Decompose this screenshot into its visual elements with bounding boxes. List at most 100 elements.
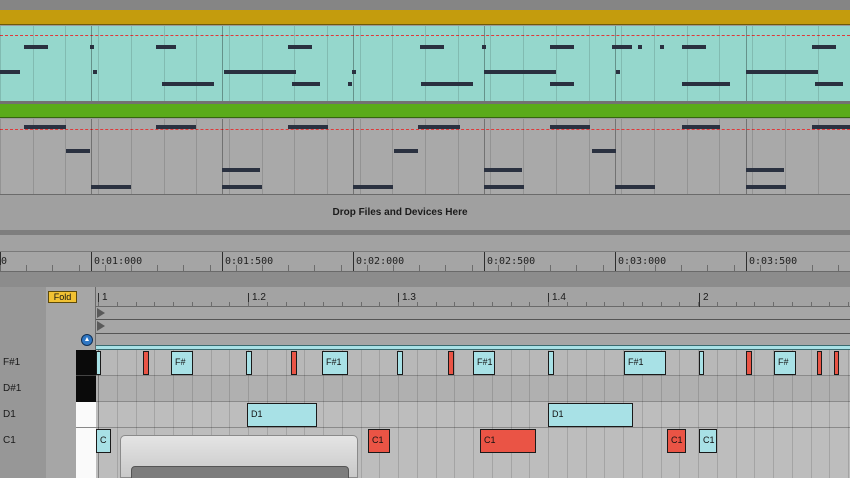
track1-note[interactable] xyxy=(638,45,642,49)
midi-note-c1[interactable]: C1 xyxy=(368,429,390,453)
track1-note[interactable] xyxy=(660,45,664,49)
track2-clip-header[interactable] xyxy=(0,104,850,118)
track2-note[interactable] xyxy=(222,185,262,189)
time-ruler-label: 0:03:000 xyxy=(618,256,667,267)
grid-line xyxy=(687,119,688,194)
bar-ruler[interactable]: 1 1.2 1.3 1.4 2 xyxy=(96,287,850,307)
midi-note-c1[interactable]: C1 xyxy=(480,429,536,453)
track1-note[interactable] xyxy=(90,45,94,49)
follow-icon[interactable] xyxy=(81,334,93,346)
track2-clip[interactable] xyxy=(0,119,850,194)
note-grid-line xyxy=(829,350,830,478)
track2-note[interactable] xyxy=(66,149,90,153)
midi-note-fs1[interactable] xyxy=(246,351,252,375)
loop-end-marker-icon[interactable] xyxy=(97,321,105,331)
track1-note[interactable] xyxy=(812,45,836,49)
drop-zone[interactable]: Drop Files and Devices Here xyxy=(0,195,850,230)
time-ruler[interactable]: 0 0:01:000 0:01:500 0:02:000 0:02:500 0:03:00… xyxy=(0,251,850,272)
grid-line xyxy=(229,119,230,194)
track1-note[interactable] xyxy=(682,82,730,86)
track1-note[interactable] xyxy=(352,70,356,74)
track1-clip-header[interactable] xyxy=(0,10,850,25)
overlay-panel[interactable] xyxy=(120,435,358,478)
track1-note[interactable] xyxy=(292,82,320,86)
piano-key-d1[interactable] xyxy=(76,402,96,428)
midi-note-fs1[interactable] xyxy=(397,351,403,375)
track2-note[interactable] xyxy=(484,168,522,172)
fold-button[interactable]: Fold xyxy=(48,291,77,303)
midi-note-d1[interactable]: D1 xyxy=(548,403,633,427)
track2-note[interactable] xyxy=(24,125,66,129)
midi-note-fs1[interactable]: F#1 xyxy=(473,351,495,375)
track1-note[interactable] xyxy=(421,82,473,86)
track1-note[interactable] xyxy=(550,45,574,49)
midi-note-c1[interactable]: C xyxy=(96,429,111,453)
midi-note-fs1[interactable] xyxy=(143,351,149,375)
track2-note[interactable] xyxy=(91,185,131,189)
midi-note-fs1[interactable] xyxy=(291,351,297,375)
track1-note[interactable] xyxy=(224,70,296,74)
track2-note[interactable] xyxy=(746,185,786,189)
midi-note-d1[interactable]: D1 xyxy=(247,403,317,427)
track2-note[interactable] xyxy=(222,168,260,172)
midi-note-fs1[interactable]: F# xyxy=(774,351,796,375)
piano-key-ds1[interactable] xyxy=(76,376,96,402)
midi-note-fs1[interactable] xyxy=(96,351,101,375)
track1-note[interactable] xyxy=(348,82,352,86)
piano-key-fs1[interactable] xyxy=(76,350,96,376)
track2-note[interactable] xyxy=(615,185,655,189)
midi-note-fs1[interactable] xyxy=(699,351,704,375)
grid-line xyxy=(556,26,557,101)
track1-note[interactable] xyxy=(24,45,48,49)
track1-note[interactable] xyxy=(93,70,97,74)
track2-note[interactable] xyxy=(812,125,850,129)
grid-line xyxy=(0,119,1,194)
midi-note-fs1[interactable]: F#1 xyxy=(624,351,666,375)
track1-clip[interactable] xyxy=(0,26,850,101)
loop-start-marker-icon[interactable] xyxy=(97,308,105,318)
track2-note[interactable] xyxy=(484,185,524,189)
track1-note[interactable] xyxy=(815,82,843,86)
track2-note[interactable] xyxy=(550,125,590,129)
track1-note[interactable] xyxy=(616,70,620,74)
loop-region[interactable] xyxy=(96,307,850,346)
midi-note-fs1[interactable]: F# xyxy=(171,351,193,375)
grid-line xyxy=(752,26,753,101)
bar-line xyxy=(484,26,485,101)
track1-note[interactable] xyxy=(420,45,444,49)
note-grid-line xyxy=(811,350,812,478)
midi-note-c1[interactable]: C1 xyxy=(667,429,686,453)
piano-key-c1[interactable] xyxy=(76,428,96,478)
grid-line xyxy=(229,26,230,101)
track1-note[interactable] xyxy=(550,82,574,86)
midi-note-c1[interactable]: C1 xyxy=(699,429,717,453)
grid-line xyxy=(785,119,786,194)
midi-note-fs1[interactable] xyxy=(548,351,554,375)
bar-ruler-label: 1.4 xyxy=(552,292,566,303)
note-grid-line xyxy=(679,350,680,478)
track1-note[interactable] xyxy=(746,70,818,74)
track1-note[interactable] xyxy=(156,45,176,49)
track1-note[interactable] xyxy=(612,45,632,49)
track1-note[interactable] xyxy=(682,45,706,49)
track2-note[interactable] xyxy=(156,125,196,129)
grid-line xyxy=(131,119,132,194)
midi-note-fs1[interactable]: F#1 xyxy=(322,351,348,375)
track2-note[interactable] xyxy=(353,185,393,189)
track2-note[interactable] xyxy=(288,125,328,129)
midi-note-fs1[interactable] xyxy=(817,351,822,375)
midi-note-fs1[interactable] xyxy=(448,351,454,375)
track2-note[interactable] xyxy=(746,168,784,172)
track1-note[interactable] xyxy=(484,70,556,74)
track2-note[interactable] xyxy=(394,149,418,153)
track2-note[interactable] xyxy=(592,149,616,153)
track2-note[interactable] xyxy=(418,125,460,129)
track2-note[interactable] xyxy=(682,125,720,129)
track1-note[interactable] xyxy=(482,45,486,49)
track1-note[interactable] xyxy=(565,82,569,86)
track1-note[interactable] xyxy=(162,82,214,86)
track1-note[interactable] xyxy=(288,45,312,49)
track1-note[interactable] xyxy=(0,70,20,74)
midi-note-fs1[interactable] xyxy=(746,351,752,375)
midi-note-fs1[interactable] xyxy=(834,351,839,375)
